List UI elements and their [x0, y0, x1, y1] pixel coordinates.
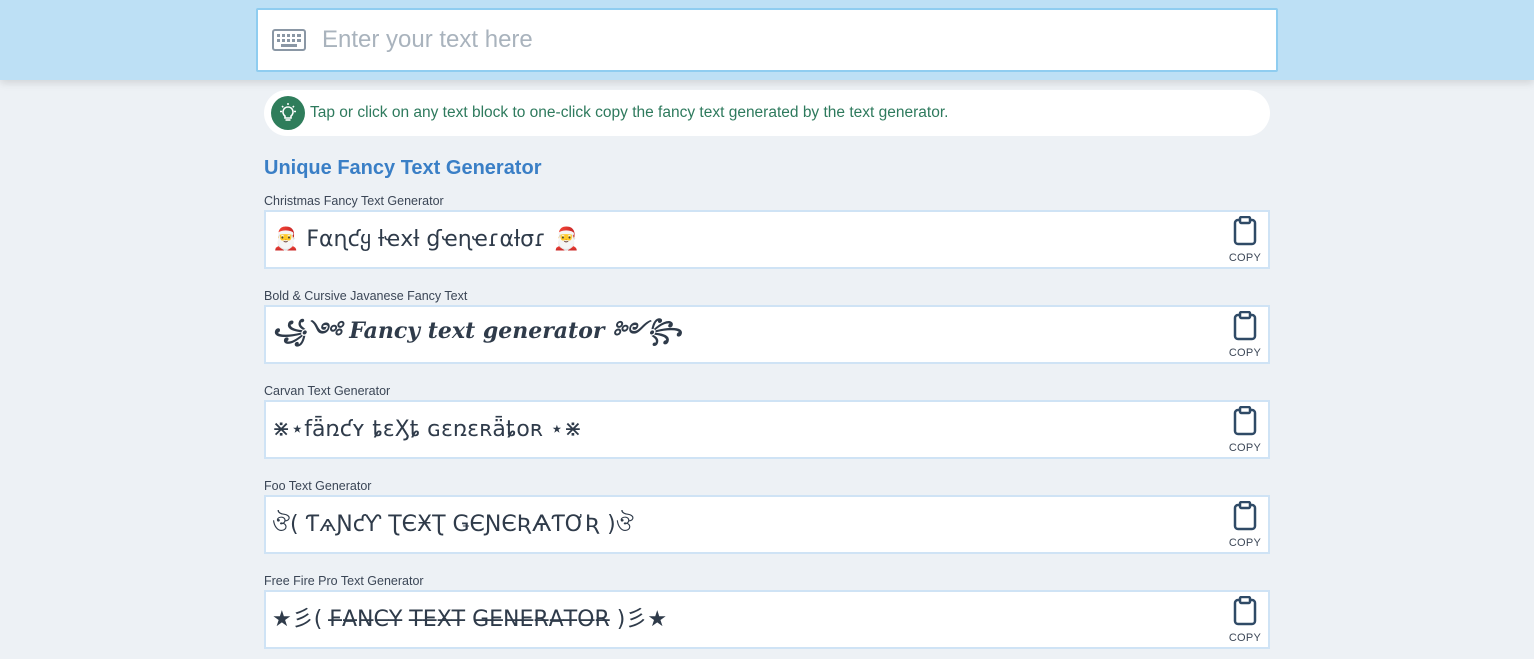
clipboard-icon	[1233, 216, 1257, 246]
copy-button[interactable]: COPY	[1228, 404, 1262, 456]
generator-label: Free Fire Pro Text Generator	[264, 574, 424, 588]
fancy-text[interactable]: ꧁༺ Fancy text generator ༻꧂	[272, 307, 682, 362]
generator-label: Christmas Fancy Text Generator	[264, 194, 444, 208]
fancy-text[interactable]: ⋇⋆fǟռƈʏ ȶɛӼȶ ɢɛռɛʀǟȶօʀ ⋆⋇	[272, 402, 582, 457]
search-box[interactable]	[256, 8, 1278, 72]
generator-label: Bold & Cursive Javanese Fancy Text	[264, 289, 468, 303]
search-input[interactable]	[322, 10, 1276, 70]
fancy-text[interactable]: 🎅 Fαɳƈყ ƚҽxƚ ɠҽɳҽɾαƚσɾ 🎅	[272, 212, 580, 267]
tip-banner: Tap or click on any text block to one-cl…	[264, 90, 1270, 136]
copy-button[interactable]: COPY	[1228, 214, 1262, 266]
fancy-text[interactable]: ঔ( ƬѧƝƈƳ ƮЄӾƮ ǤЄƝЄƦѦƬƠƦ )ঔ	[272, 497, 634, 552]
copy-label: COPY	[1228, 252, 1262, 264]
generator-label: Carvan Text Generator	[264, 384, 391, 398]
copy-label: COPY	[1228, 347, 1262, 359]
generator-card[interactable]: 🎅 Fαɳƈყ ƚҽxƚ ɠҽɳҽɾαƚσɾ 🎅 COPY	[264, 210, 1270, 269]
clipboard-icon	[1233, 311, 1257, 341]
tip-text: Tap or click on any text block to one-cl…	[310, 104, 949, 121]
fancy-text[interactable]: ★彡( F̶A̶N̶C̶Y̶ T̶E̶X̶T̶ G̶E̶N̶E̶R̶A̶T̶O̶…	[272, 592, 667, 647]
copy-label: COPY	[1228, 537, 1262, 549]
clipboard-icon	[1233, 501, 1257, 531]
generator-card[interactable]: ঔ( ƬѧƝƈƳ ƮЄӾƮ ǤЄƝЄƦѦƬƠƦ )ঔ COPY	[264, 495, 1270, 554]
lightbulb-icon	[271, 96, 305, 130]
generator-card[interactable]: ⋇⋆fǟռƈʏ ȶɛӼȶ ɢɛռɛʀǟȶօʀ ⋆⋇ COPY	[264, 400, 1270, 459]
keyboard-icon	[272, 29, 306, 51]
generator-card[interactable]: ★彡( F̶A̶N̶C̶Y̶ T̶E̶X̶T̶ G̶E̶N̶E̶R̶A̶T̶O̶…	[264, 590, 1270, 649]
generator-card[interactable]: ꧁༺ Fancy text generator ༻꧂ COPY	[264, 305, 1270, 364]
clipboard-icon	[1233, 596, 1257, 626]
top-bar	[0, 0, 1534, 80]
copy-button[interactable]: COPY	[1228, 499, 1262, 551]
copy-label: COPY	[1228, 442, 1262, 454]
copy-button[interactable]: COPY	[1228, 594, 1262, 646]
clipboard-icon	[1233, 406, 1257, 436]
copy-label: COPY	[1228, 632, 1262, 644]
section-title: Unique Fancy Text Generator	[264, 157, 542, 179]
generator-label: Foo Text Generator	[264, 479, 372, 493]
copy-button[interactable]: COPY	[1228, 309, 1262, 361]
